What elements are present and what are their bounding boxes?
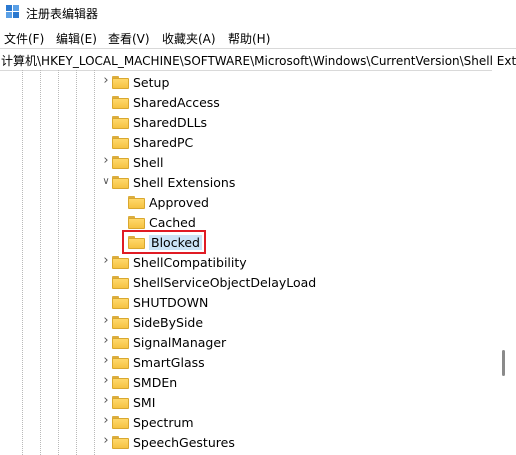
tree-item-label: SideBySide xyxy=(133,314,204,330)
tree-item-label: SignalManager xyxy=(133,334,227,350)
tree-item[interactable]: Cached xyxy=(128,212,196,232)
tree-item-label: SMI xyxy=(133,394,156,410)
tree-item-label: SharedAccess xyxy=(133,94,220,110)
tree-item-label: Shell xyxy=(133,154,164,170)
tree-item[interactable]: ShellCompatibility xyxy=(112,252,247,272)
chevron-right-icon[interactable]: › xyxy=(101,253,111,268)
tree-item[interactable]: SpeechGestures xyxy=(112,432,235,452)
folder-icon xyxy=(112,95,129,109)
tree-item[interactable]: ShellServiceObjectDelayLoad xyxy=(112,272,316,292)
folder-icon xyxy=(112,375,129,389)
folder-icon xyxy=(112,315,129,329)
tree-item-label: Cached xyxy=(149,214,196,230)
tree-item-label: Shell Extensions xyxy=(133,174,236,190)
tree-guide-line xyxy=(40,70,41,455)
tree-item[interactable]: SharedAccess xyxy=(112,92,220,112)
chevron-right-icon[interactable]: › xyxy=(101,353,111,368)
tree-item[interactable]: Setup xyxy=(112,72,169,92)
tree-guide-line xyxy=(22,70,23,455)
tree-item-label: SHUTDOWN xyxy=(133,294,209,310)
tree-item-label: Approved xyxy=(149,194,209,210)
tree-item-label: SmartGlass xyxy=(133,354,205,370)
folder-icon xyxy=(112,275,129,289)
folder-icon xyxy=(112,415,129,429)
chevron-right-icon[interactable]: › xyxy=(101,313,111,328)
folder-icon xyxy=(112,175,129,189)
tree-item[interactable]: SMDEn xyxy=(112,372,177,392)
title-bar: 注册表编辑器 xyxy=(0,0,516,26)
tree-item[interactable]: Spectrum xyxy=(112,412,194,432)
tree-guide-line xyxy=(58,70,59,455)
menu-favorites[interactable]: 收藏夹(A) xyxy=(162,30,216,47)
chevron-down-icon[interactable]: ∨ xyxy=(101,176,111,187)
tree-item[interactable]: Shell xyxy=(112,152,164,172)
menu-bar: 文件(F) 编辑(E) 查看(V) 收藏夹(A) 帮助(H) xyxy=(0,27,516,47)
folder-icon xyxy=(128,195,145,209)
chevron-right-icon[interactable]: › xyxy=(101,413,111,428)
menu-edit[interactable]: 编辑(E) xyxy=(56,30,97,47)
menu-help[interactable]: 帮助(H) xyxy=(228,30,270,47)
selection-highlight-box xyxy=(122,230,206,254)
folder-icon xyxy=(112,115,129,129)
regedit-icon xyxy=(6,5,19,18)
tree-item[interactable]: SMI xyxy=(112,392,155,412)
tree-item-label: SpeechGestures xyxy=(133,434,235,450)
folder-icon xyxy=(112,135,129,149)
tree-item-label: SharedPC xyxy=(133,134,194,150)
folder-icon xyxy=(112,295,129,309)
tree-item[interactable]: SideBySide xyxy=(112,312,203,332)
folder-icon xyxy=(128,215,145,229)
folder-icon xyxy=(112,435,129,449)
chevron-right-icon[interactable]: › xyxy=(101,433,111,448)
chevron-right-icon[interactable]: › xyxy=(101,373,111,388)
folder-icon xyxy=(112,355,129,369)
tree-item-label: Setup xyxy=(133,74,170,90)
tree-item[interactable]: SharedPC xyxy=(112,132,193,152)
vertical-scrollbar[interactable] xyxy=(492,70,516,455)
chevron-right-icon[interactable]: › xyxy=(101,73,111,88)
tree-item[interactable]: SmartGlass xyxy=(112,352,205,372)
chevron-right-icon[interactable]: › xyxy=(101,333,111,348)
tree-item[interactable]: SHUTDOWN xyxy=(112,292,208,312)
address-bar[interactable]: 计算机\HKEY_LOCAL_MACHINE\SOFTWARE\Microsof… xyxy=(0,48,516,71)
menu-view[interactable]: 查看(V) xyxy=(108,30,150,47)
chevron-right-icon[interactable]: › xyxy=(101,393,111,408)
tree-item[interactable]: SignalManager xyxy=(112,332,226,352)
folder-icon xyxy=(112,335,129,349)
tree-item-label: Spectrum xyxy=(133,414,194,430)
folder-icon xyxy=(112,395,129,409)
address-path[interactable]: 计算机\HKEY_LOCAL_MACHINE\SOFTWARE\Microsof… xyxy=(1,52,516,69)
tree-item-label: ShellCompatibility xyxy=(133,254,247,270)
folder-icon xyxy=(112,75,129,89)
tree-guide-line xyxy=(94,70,95,455)
folder-icon xyxy=(112,255,129,269)
tree-item[interactable]: SharedDLLs xyxy=(112,112,207,132)
tree-item[interactable]: Shell Extensions xyxy=(112,172,235,192)
tree-item[interactable]: Approved xyxy=(128,192,209,212)
tree-item-label: SharedDLLs xyxy=(133,114,208,130)
scroll-thumb[interactable] xyxy=(502,350,505,376)
registry-tree[interactable]: › Setup SharedAccess SharedDLLs SharedPC › She… xyxy=(0,70,492,455)
tree-item-label: ShellServiceObjectDelayLoad xyxy=(133,274,317,290)
folder-icon xyxy=(112,155,129,169)
tree-item-label: SMDEn xyxy=(133,374,178,390)
menu-file[interactable]: 文件(F) xyxy=(4,30,44,47)
window-title: 注册表编辑器 xyxy=(26,7,99,21)
tree-guide-line xyxy=(76,70,77,455)
chevron-right-icon[interactable]: › xyxy=(101,153,111,168)
